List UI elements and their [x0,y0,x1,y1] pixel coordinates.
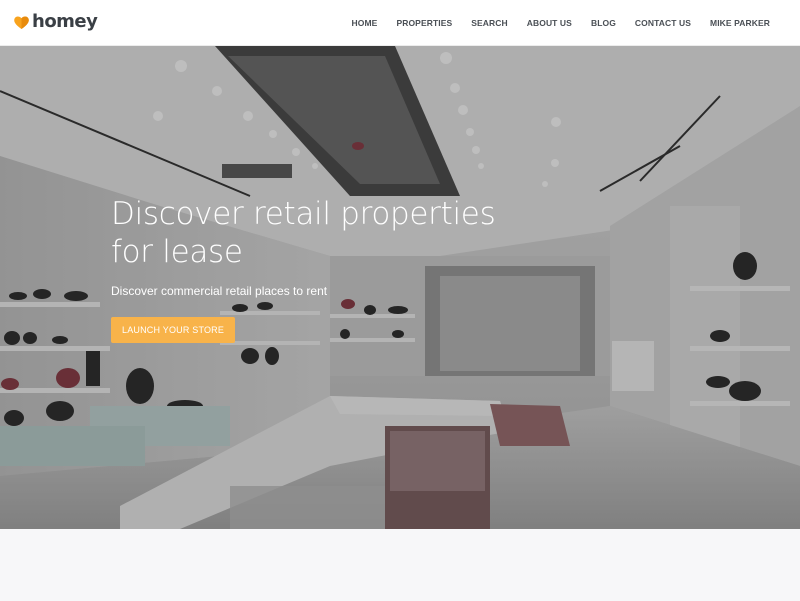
hero-title-line-2: for lease [111,234,243,270]
content-section-placeholder [0,529,800,601]
hero-title-line-1: Discover retail properties [111,196,496,232]
nav-home[interactable]: HOME [352,18,378,28]
main-nav: HOME PROPERTIES SEARCH ABOUT US BLOG CON… [333,0,770,46]
homey-logo[interactable]: homey [13,11,98,32]
nav-search[interactable]: SEARCH [471,18,508,28]
hero-content: Discover retail properties for lease Dis… [111,195,511,343]
brand-name: homey [32,11,98,32]
heart-logo-icon [13,14,30,31]
hero-banner: Discover retail properties for lease Dis… [0,46,800,529]
launch-your-store-button[interactable]: LAUNCH YOUR STORE [111,317,236,343]
top-navbar: homey HOME PROPERTIES SEARCH ABOUT US BL… [0,0,800,46]
hero-title: Discover retail properties for lease [111,195,511,271]
nav-user-account[interactable]: MIKE PARKER [710,18,770,28]
nav-about-us[interactable]: ABOUT US [527,18,572,28]
nav-blog[interactable]: BLOG [591,18,616,28]
nav-properties[interactable]: PROPERTIES [396,18,452,28]
hero-subtitle: Discover commercial retail places to ren… [111,284,328,298]
nav-contact-us[interactable]: CONTACT US [635,18,691,28]
